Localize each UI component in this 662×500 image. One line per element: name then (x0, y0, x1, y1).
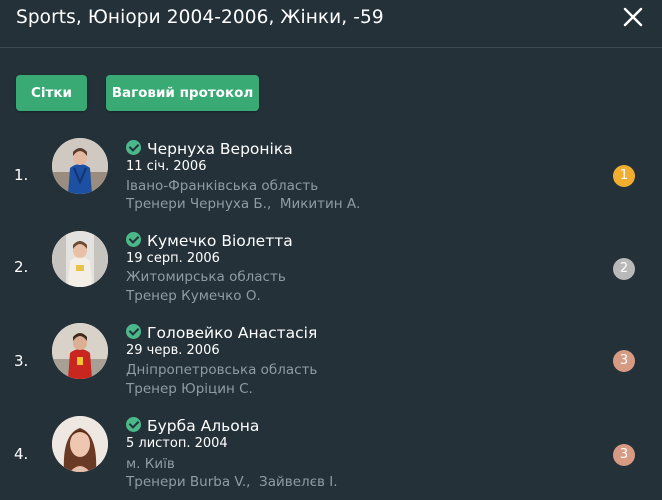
avatar-photo-icon (52, 416, 108, 472)
athlete-name[interactable]: Бурба Альона (147, 417, 259, 435)
place-number: 2. (14, 258, 29, 276)
check-circle-icon (126, 417, 141, 432)
athlete-row[interactable]: 4. Бурба Альона 5 листоп. 2004 м. Київ Т… (0, 408, 662, 500)
coach: Тренери Чернуха Б., Микитин А. (126, 196, 361, 212)
avatar (52, 323, 108, 379)
coach: Тренер Кумечко О. (126, 288, 261, 304)
athlete-row[interactable]: 1. Чернуха Вероніка 11 січ. 2006 Івано-Ф… (0, 132, 662, 224)
avatar-photo-icon (52, 138, 108, 194)
medal-badge: 1 (613, 165, 635, 187)
weigh-protocol-button[interactable]: Ваговий протокол (106, 75, 259, 111)
place-number: 3. (14, 352, 29, 370)
medal-badge: 3 (613, 350, 635, 372)
check-circle-icon (126, 232, 141, 247)
birth-date: 11 січ. 2006 (126, 159, 207, 174)
coach: Тренер Юріцин С. (126, 381, 253, 397)
avatar (52, 416, 108, 472)
region: Житомирська область (126, 269, 286, 285)
place-number: 1. (14, 166, 29, 184)
birth-date: 19 серп. 2006 (126, 251, 220, 266)
coach: Тренери Burba V., Зайвелєв І. (126, 474, 338, 490)
region: Івано-Франківська область (126, 178, 319, 194)
medal-badge: 2 (613, 258, 635, 280)
region: Дніпропетровська область (126, 362, 318, 378)
medal-badge: 3 (613, 444, 635, 466)
place-number: 4. (14, 445, 29, 463)
avatar (52, 138, 108, 194)
results-modal: Sports, Юніори 2004-2006, Жінки, -59 Сіт… (0, 0, 662, 500)
athlete-name[interactable]: Чернуха Вероніка (147, 140, 293, 158)
page-title: Sports, Юніори 2004-2006, Жінки, -59 (16, 7, 384, 28)
athlete-name-line: Чернуха Вероніка (126, 139, 293, 159)
athlete-name-line: Кумечко Віолетта (126, 231, 293, 251)
region: м. Київ (126, 456, 175, 472)
grids-button[interactable]: Сітки (16, 75, 87, 111)
check-circle-icon (126, 140, 141, 155)
athlete-row[interactable]: 2. Кумечко Віолетта 19 серп. 2006 Житоми… (0, 224, 662, 316)
athlete-name[interactable]: Головейко Анастасія (147, 324, 317, 342)
avatar-photo-icon (52, 323, 108, 379)
athlete-row[interactable]: 3. Головейко Анастасія 29 черв. 2006 Дні… (0, 316, 662, 408)
close-icon[interactable] (622, 6, 644, 28)
birth-date: 29 черв. 2006 (126, 343, 220, 358)
avatar-photo-icon (52, 231, 108, 287)
athlete-name-line: Головейко Анастасія (126, 323, 317, 343)
check-circle-icon (126, 324, 141, 339)
avatar (52, 231, 108, 287)
birth-date: 5 листоп. 2004 (126, 436, 228, 451)
athlete-name-line: Бурба Альона (126, 416, 259, 436)
athlete-name[interactable]: Кумечко Віолетта (147, 232, 293, 250)
modal-header: Sports, Юніори 2004-2006, Жінки, -59 (0, 0, 662, 48)
